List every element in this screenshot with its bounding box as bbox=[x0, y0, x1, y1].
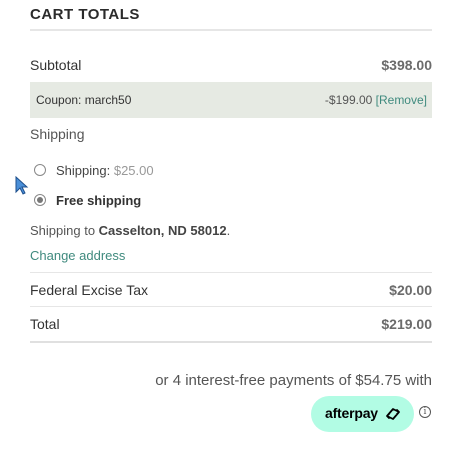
afterpay-arrows-icon bbox=[386, 408, 400, 420]
totals-bottom-divider bbox=[30, 341, 432, 343]
ship-to-address: Casselton, ND 58012 bbox=[98, 223, 227, 238]
afterpay-logo-badge[interactable]: afterpay bbox=[311, 396, 414, 432]
afterpay-message: or 4 interest-free payments of $54.75 wi… bbox=[155, 372, 432, 389]
change-address-link[interactable]: Change address bbox=[30, 248, 125, 263]
afterpay-brand-text: afterpay bbox=[325, 405, 378, 421]
shipping-option-paid-price: $25.00 bbox=[113, 163, 154, 178]
divider bbox=[30, 272, 432, 273]
shipping-option-paid[interactable]: Shipping: $25.00 bbox=[56, 163, 154, 178]
coupon-amount: -$199.00 bbox=[324, 93, 373, 107]
title-divider bbox=[30, 29, 432, 31]
shipping-option-paid-radio[interactable] bbox=[34, 164, 46, 176]
shipping-heading: Shipping bbox=[30, 126, 85, 142]
ship-to-prefix: Shipping to bbox=[30, 223, 99, 238]
shipping-option-free-radio[interactable] bbox=[34, 194, 46, 206]
coupon-row: Coupon: march50 -$199.00 [Remove] bbox=[30, 82, 432, 118]
shipping-option-paid-label: Shipping: bbox=[56, 163, 111, 178]
subtotal-label: Subtotal bbox=[30, 57, 82, 73]
coupon-label: Coupon: march50 bbox=[36, 93, 132, 107]
total-value: $219.00 bbox=[381, 316, 432, 332]
subtotal-value: $398.00 bbox=[381, 57, 432, 73]
tax-label: Federal Excise Tax bbox=[30, 282, 149, 298]
shipping-destination: Shipping to Casselton, ND 58012. bbox=[30, 223, 230, 238]
shipping-option-free-label[interactable]: Free shipping bbox=[56, 193, 141, 208]
divider bbox=[30, 306, 432, 307]
coupon-remove-link[interactable]: [Remove] bbox=[376, 93, 427, 107]
coupon-amount-group: -$199.00 [Remove] bbox=[325, 93, 427, 107]
info-icon[interactable]: i bbox=[419, 406, 431, 418]
cart-totals-title: CART TOTALS bbox=[30, 6, 140, 23]
tax-value: $20.00 bbox=[389, 282, 432, 298]
mouse-cursor-icon bbox=[15, 176, 29, 195]
ship-to-suffix: . bbox=[226, 223, 231, 238]
total-label: Total bbox=[30, 316, 60, 332]
